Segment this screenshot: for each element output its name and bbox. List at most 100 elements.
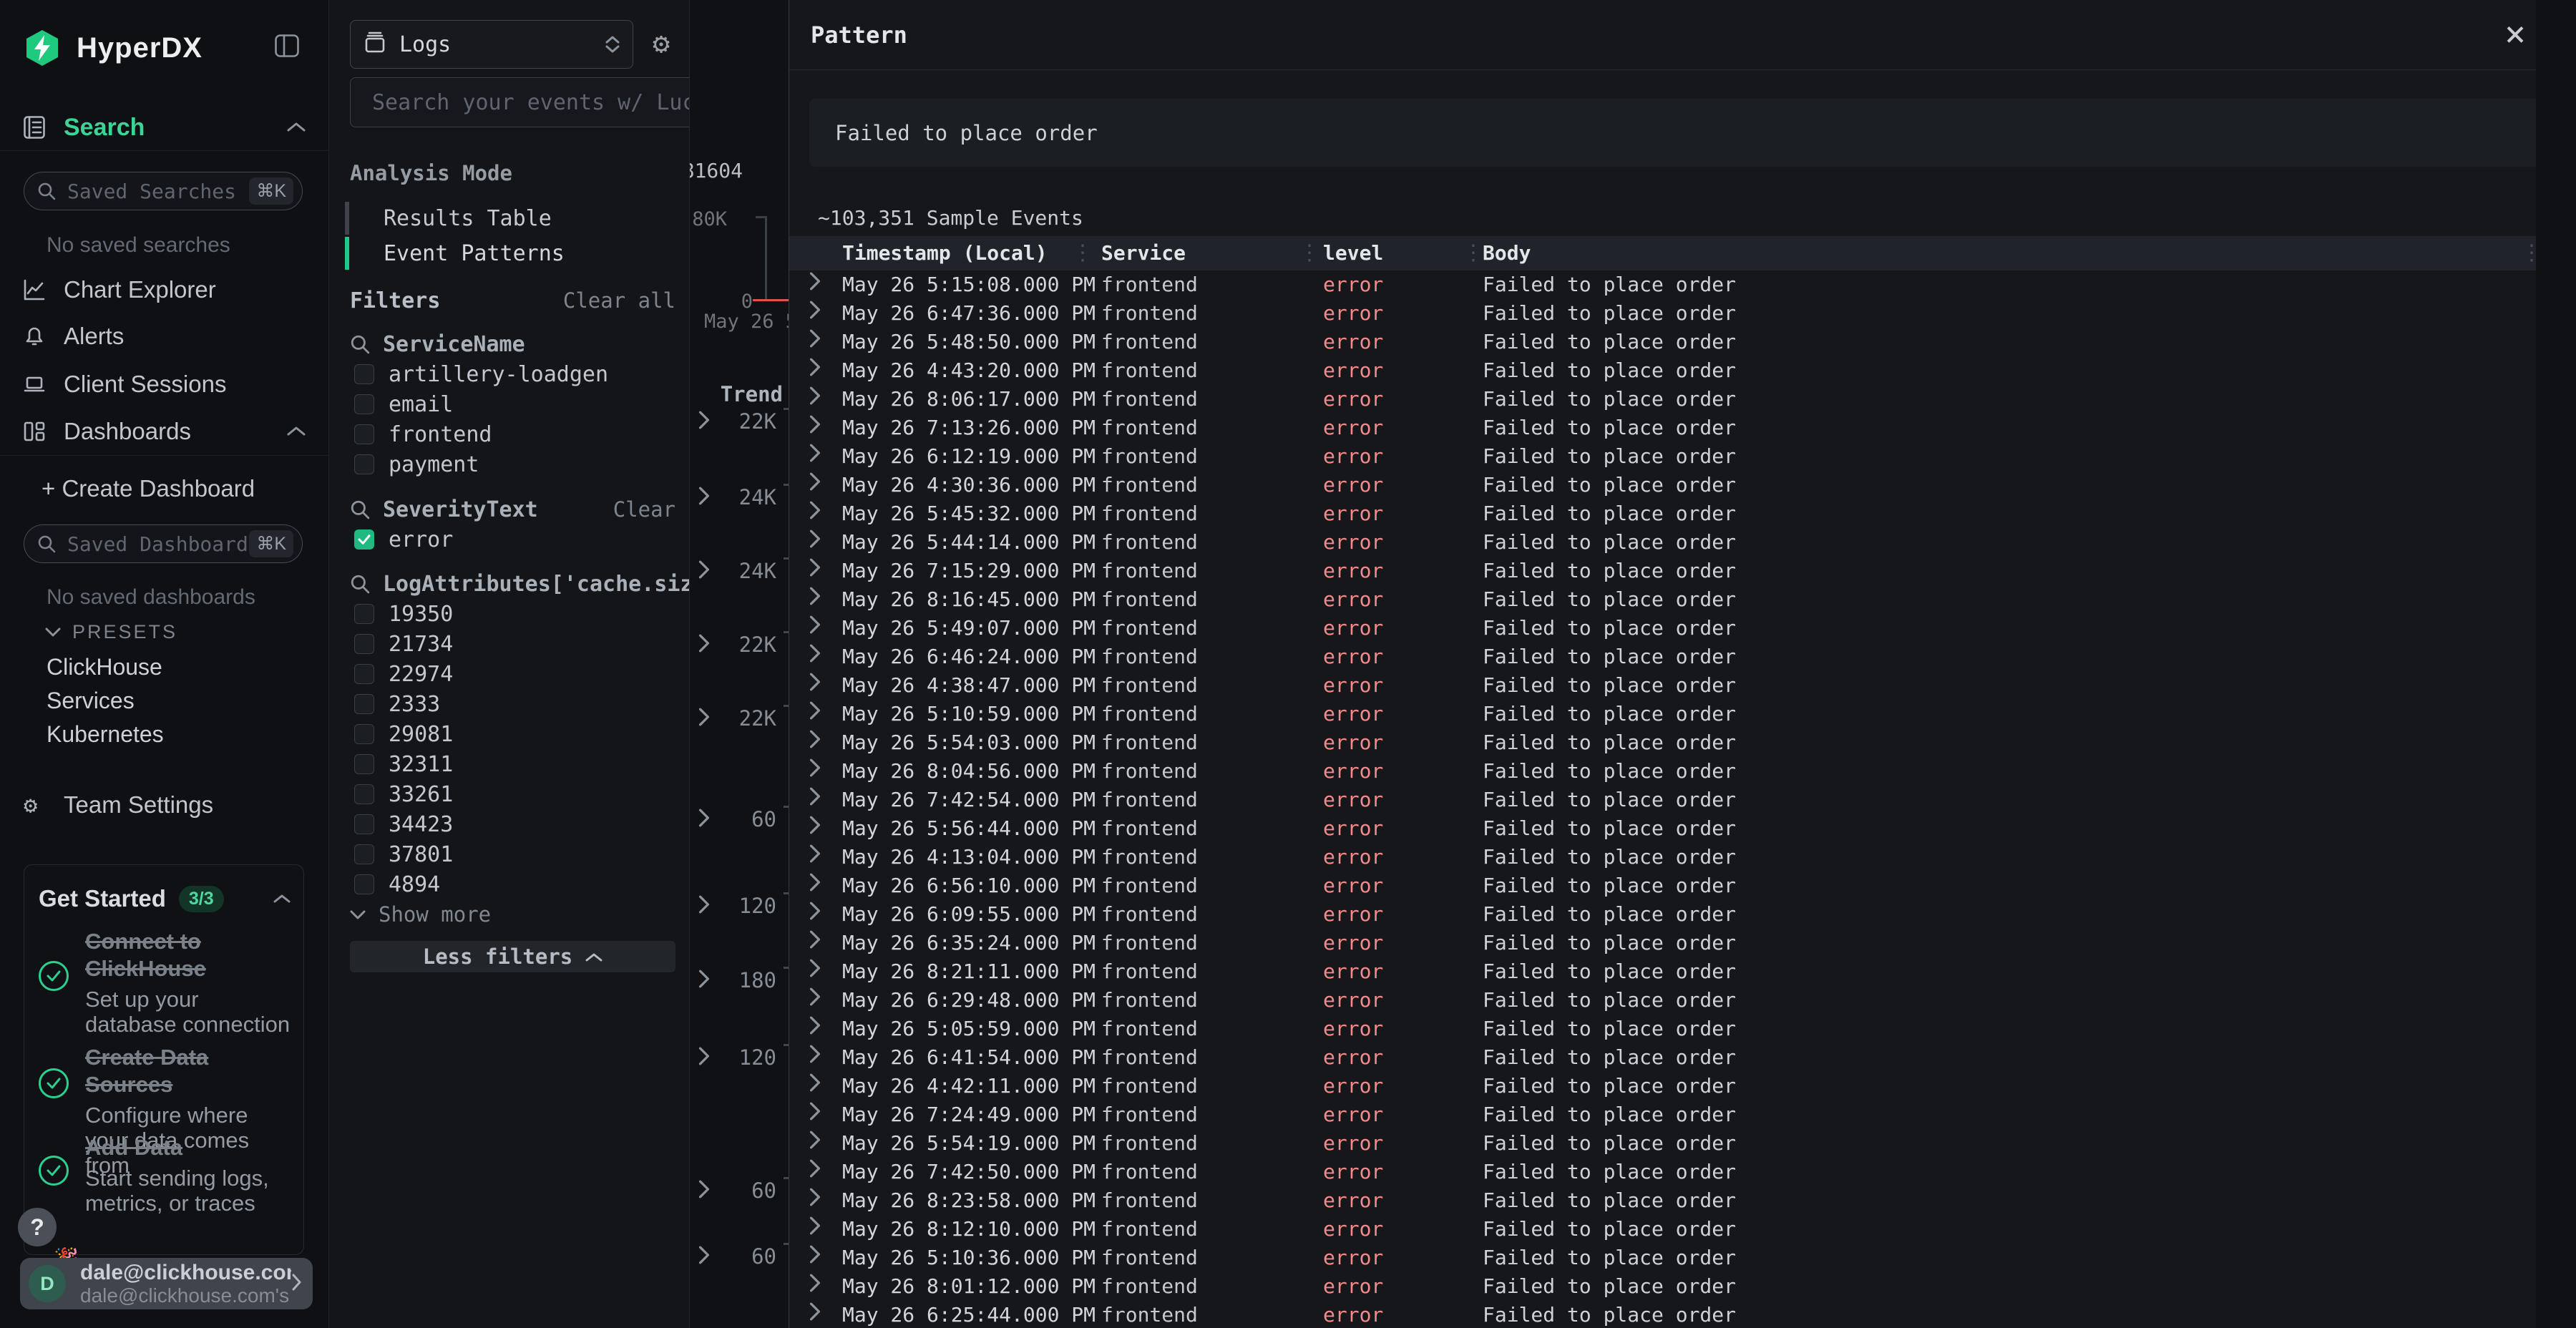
pattern-preview-row[interactable]: 120 (690, 1043, 789, 1073)
table-row[interactable]: May 26 5:56:44.000 PM frontend error Fai… (789, 814, 2576, 843)
analysis-option-results-table[interactable]: Results Table (345, 202, 645, 235)
pattern-preview-row[interactable]: 180 (690, 965, 789, 995)
filter-option[interactable]: 32311 (350, 749, 675, 779)
checkbox[interactable] (354, 454, 374, 474)
table-row[interactable]: May 26 4:30:36.000 PM frontend error Fai… (789, 471, 2576, 499)
get-started-step[interactable]: Add Data Start sending logs, metrics, or… (39, 1134, 291, 1216)
table-row[interactable]: May 26 5:15:08.000 PM frontend error Fai… (789, 270, 2576, 299)
filter-option[interactable]: 4894 (350, 869, 675, 899)
less-filters-button[interactable]: Less filters (350, 941, 675, 972)
table-row[interactable]: May 26 7:24:49.000 PM frontend error Fai… (789, 1100, 2576, 1129)
checkbox[interactable] (354, 874, 374, 894)
search-icon[interactable] (350, 574, 370, 594)
checkbox[interactable] (354, 604, 374, 624)
table-row[interactable]: May 26 6:47:36.000 PM frontend error Fai… (789, 299, 2576, 328)
pattern-preview-row[interactable]: 60 (690, 1241, 789, 1271)
table-row[interactable]: May 26 5:54:03.000 PM frontend error Fai… (789, 728, 2576, 757)
logo[interactable]: HyperDX (24, 30, 306, 66)
sidebar-item-kubernetes[interactable]: Kubernetes (47, 721, 164, 748)
checkbox[interactable] (354, 724, 374, 744)
clear-all-button[interactable]: Clear all (563, 288, 675, 313)
table-row[interactable]: May 26 7:42:50.000 PM frontend error Fai… (789, 1158, 2576, 1186)
table-row[interactable]: May 26 6:09:55.000 PM frontend error Fai… (789, 900, 2576, 929)
table-row[interactable]: May 26 6:56:10.000 PM frontend error Fai… (789, 872, 2576, 900)
table-row[interactable]: May 26 8:12:10.000 PM frontend error Fai… (789, 1215, 2576, 1244)
table-row[interactable]: May 26 6:12:19.000 PM frontend error Fai… (789, 442, 2576, 471)
pattern-preview-row[interactable]: 24K (690, 556, 789, 586)
table-row[interactable]: May 26 8:01:12.000 PM frontend error Fai… (789, 1272, 2576, 1301)
checkbox[interactable] (354, 784, 374, 804)
table-row[interactable]: May 26 4:13:04.000 PM frontend error Fai… (789, 843, 2576, 872)
checkbox[interactable] (354, 754, 374, 774)
search-icon[interactable] (350, 334, 370, 354)
table-row[interactable]: May 26 6:29:48.000 PM frontend error Fai… (789, 986, 2576, 1015)
clear-button[interactable]: Clear (613, 497, 675, 522)
search-icon[interactable] (350, 499, 370, 519)
checkbox[interactable] (354, 364, 374, 384)
saved-searches-input[interactable]: Saved Searches ⌘K (24, 172, 303, 210)
pattern-preview-row[interactable]: 60 (690, 1176, 789, 1206)
column-resize-icon[interactable]: ⋮ (1463, 240, 1484, 266)
checkbox[interactable] (354, 664, 374, 684)
filter-option[interactable]: 2333 (350, 689, 675, 719)
table-row[interactable]: May 26 5:49:07.000 PM frontend error Fai… (789, 614, 2576, 643)
table-row[interactable]: May 26 8:21:11.000 PM frontend error Fai… (789, 957, 2576, 986)
help-button[interactable]: ? (18, 1208, 57, 1246)
column-resize-icon[interactable]: ⋮ (1299, 240, 1320, 266)
filter-option[interactable]: 19350 (350, 599, 675, 629)
presets-toggle[interactable]: PRESETS (45, 621, 177, 643)
filter-option[interactable]: 29081 (350, 719, 675, 749)
filter-option[interactable]: 22974 (350, 659, 675, 689)
table-row[interactable]: May 26 4:38:47.000 PM frontend error Fai… (789, 671, 2576, 700)
pattern-preview-row[interactable]: 22K (690, 406, 789, 436)
checkbox[interactable] (354, 394, 374, 414)
sidebar-item-clickhouse[interactable]: ClickHouse (47, 654, 162, 680)
column-resize-icon[interactable]: ⋮ (1072, 240, 1093, 266)
table-row[interactable]: May 26 5:44:14.000 PM frontend error Fai… (789, 528, 2576, 557)
table-row[interactable]: May 26 5:48:50.000 PM frontend error Fai… (789, 328, 2576, 356)
get-started-step[interactable]: Connect to ClickHouse Set up your databa… (39, 928, 291, 1037)
table-row[interactable]: May 26 8:04:56.000 PM frontend error Fai… (789, 757, 2576, 786)
sidebar-item-alerts[interactable]: Alerts (24, 321, 306, 352)
filter-option[interactable]: 34423 (350, 809, 675, 839)
filter-option[interactable]: frontend (350, 419, 675, 449)
sidebar-item-dashboards[interactable]: Dashboards (24, 416, 306, 447)
table-row[interactable]: May 26 7:15:29.000 PM frontend error Fai… (789, 557, 2576, 585)
table-row[interactable]: May 26 5:10:36.000 PM frontend error Fai… (789, 1244, 2576, 1272)
pattern-preview-row[interactable]: 120 (690, 891, 789, 921)
pattern-preview-row[interactable]: 22K (690, 630, 789, 660)
table-row[interactable]: May 26 6:35:24.000 PM frontend error Fai… (789, 929, 2576, 957)
table-row[interactable]: May 26 4:43:20.000 PM frontend error Fai… (789, 356, 2576, 385)
sidebar-item-chart-explorer[interactable]: Chart Explorer (24, 274, 306, 306)
table-row[interactable]: May 26 6:25:44.000 PM frontend error Fai… (789, 1301, 2576, 1328)
sidebar-section-search[interactable]: Search (24, 113, 306, 142)
sidebar-collapse-icon[interactable] (275, 34, 299, 57)
pattern-preview-row[interactable]: 24K (690, 482, 789, 512)
filter-option[interactable]: 21734 (350, 629, 675, 659)
table-row[interactable]: May 26 7:13:26.000 PM frontend error Fai… (789, 414, 2576, 442)
filter-option[interactable]: 33261 (350, 779, 675, 809)
close-icon[interactable]: × (2496, 14, 2534, 53)
checkbox[interactable] (354, 634, 374, 654)
saved-dashboards-input[interactable]: Saved Dashboards ⌘K (24, 524, 303, 563)
table-row[interactable]: May 26 7:42:54.000 PM frontend error Fai… (789, 786, 2576, 814)
table-row[interactable]: May 26 8:23:58.000 PM frontend error Fai… (789, 1186, 2576, 1215)
filter-option[interactable]: 37801 (350, 839, 675, 869)
show-more-button[interactable]: Show more (350, 899, 675, 929)
user-menu[interactable]: D dale@clickhouse.com dale@clickhouse.co… (20, 1258, 313, 1309)
filter-option[interactable]: email (350, 389, 675, 419)
source-settings-gear-icon[interactable]: ⚙ (646, 29, 676, 59)
table-row[interactable]: May 26 4:42:11.000 PM frontend error Fai… (789, 1072, 2576, 1100)
pattern-preview-row[interactable]: 60 (690, 804, 789, 834)
pattern-preview-row[interactable]: 22K (690, 703, 789, 733)
checkbox[interactable] (354, 844, 374, 864)
table-row[interactable]: May 26 5:45:32.000 PM frontend error Fai… (789, 499, 2576, 528)
filter-option[interactable]: payment (350, 449, 675, 479)
checkbox[interactable] (354, 814, 374, 834)
source-select[interactable]: Logs (350, 20, 633, 69)
filter-option[interactable]: artillery-loadgen (350, 359, 675, 389)
table-row[interactable]: May 26 8:06:17.000 PM frontend error Fai… (789, 385, 2576, 414)
table-row[interactable]: May 26 5:05:59.000 PM frontend error Fai… (789, 1015, 2576, 1043)
checkbox[interactable] (354, 529, 374, 550)
table-row[interactable]: May 26 5:10:59.000 PM frontend error Fai… (789, 700, 2576, 728)
